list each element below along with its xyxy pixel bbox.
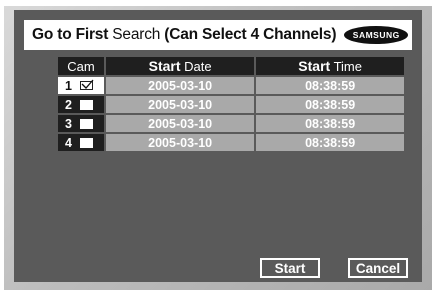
cam-cell[interactable]: 3 <box>58 113 106 133</box>
dialog-title-bar: Go to First Search (Can Select 4 Channel… <box>24 20 412 50</box>
channel-checkbox[interactable] <box>79 118 93 129</box>
column-header-start-time: Start Time <box>255 57 406 76</box>
cancel-button[interactable]: Cancel <box>348 258 408 278</box>
start-date-cell: 2005-03-10 <box>105 132 257 151</box>
start-time-cell: 08:38:59 <box>255 94 406 114</box>
table-row[interactable]: 4 2005-03-10 08:38:59 <box>58 132 406 151</box>
start-date-cell: 2005-03-10 <box>105 94 257 114</box>
column-header-cam: Cam <box>58 57 106 76</box>
title-suffix: (Can Select 4 Channels) <box>164 26 337 43</box>
cam-cell[interactable]: 1 <box>58 75 106 95</box>
samsung-logo: SAMSUNG <box>344 26 409 44</box>
cam-number: 2 <box>65 97 72 112</box>
column-header-start-date: Start Date <box>105 57 257 76</box>
channel-checkbox[interactable] <box>79 79 94 90</box>
title-light: Search <box>112 26 161 43</box>
channel-checkbox[interactable] <box>79 137 93 148</box>
channel-checkbox[interactable] <box>79 99 93 110</box>
table-row[interactable]: 2 2005-03-10 08:38:59 <box>58 94 406 114</box>
start-time-cell: 08:38:59 <box>255 113 406 133</box>
start-time-cell: 08:38:59 <box>255 75 406 95</box>
table-header-row: Cam Start Date Start Time <box>58 57 406 76</box>
start-date-cell: 2005-03-10 <box>105 113 257 133</box>
cam-number: 1 <box>65 78 72 93</box>
start-time-cell: 08:38:59 <box>255 132 406 151</box>
dialog-title: Go to First Search (Can Select 4 Channel… <box>32 26 336 44</box>
cam-cell[interactable]: 2 <box>58 94 106 114</box>
channel-table: Cam Start Date Start Time 1 2005-03-10 0… <box>58 57 406 151</box>
table-row[interactable]: 3 2005-03-10 08:38:59 <box>58 113 406 133</box>
cam-number: 4 <box>65 135 72 150</box>
table-row[interactable]: 1 2005-03-10 08:38:59 <box>58 75 406 95</box>
start-date-cell: 2005-03-10 <box>105 75 257 95</box>
cam-cell[interactable]: 4 <box>58 132 106 151</box>
checkmark-icon <box>81 79 94 89</box>
cam-number: 3 <box>65 116 72 131</box>
start-button[interactable]: Start <box>260 258 320 278</box>
title-prefix: Go to First <box>32 26 109 43</box>
